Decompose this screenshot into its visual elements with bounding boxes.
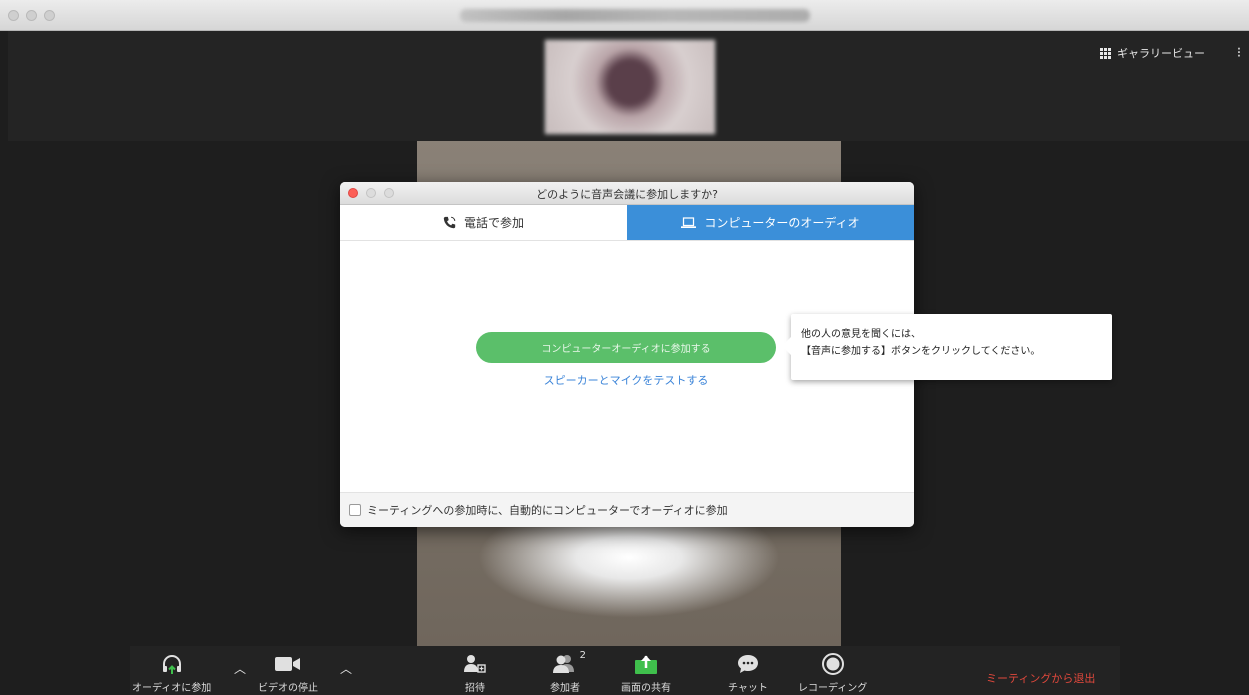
share-screen-button[interactable]: 画面の共有 [621, 652, 671, 694]
stop-video-button[interactable]: ビデオの停止 [258, 652, 318, 694]
tab-computer-audio-label: コンピューターのオーディオ [704, 216, 860, 230]
audio-tabs: 電話で参加 コンピューターのオーディオ [340, 205, 914, 241]
tooltip-line-1: 他の人の意見を聞くには、 [801, 329, 921, 340]
tab-phone-label: 電話で参加 [463, 216, 524, 230]
laptop-icon [681, 216, 697, 228]
leave-meeting-button[interactable]: ミーティングから退出 [986, 670, 1095, 686]
toolbar-right-empty [1120, 646, 1249, 695]
join-computer-audio-button[interactable]: コンピューターオーディオに参加する [476, 332, 776, 363]
tab-computer-audio[interactable]: コンピューターのオーディオ [627, 205, 914, 240]
phone-icon [443, 216, 456, 229]
dialog-title: どのように音声会議に参加しますか? [536, 188, 718, 201]
invite-label: 招待 [465, 683, 485, 694]
dialog-titlebar: どのように音声会議に参加しますか? [340, 182, 914, 205]
tab-phone[interactable]: 電話で参加 [340, 205, 627, 240]
close-window-button[interactable] [8, 10, 19, 21]
gallery-view-button[interactable]: ギャラリービュー [1100, 42, 1205, 64]
share-screen-label: 画面の共有 [621, 683, 671, 694]
auto-join-checkbox[interactable] [349, 504, 361, 516]
invite-button[interactable]: 招待 [464, 652, 486, 694]
video-camera-icon [275, 657, 300, 671]
gallery-view-label: ギャラリービュー [1117, 47, 1205, 60]
participant-thumbnail[interactable] [545, 40, 715, 134]
join-audio-button[interactable]: オーディオに参加 [132, 652, 211, 694]
headphones-icon [162, 655, 181, 674]
zoom-window: ギャラリービュー ⁝ どのように音声会議に参加しますか? 電話で参加 コンピュー… [0, 0, 1249, 695]
stop-video-label: ビデオの停止 [258, 683, 318, 694]
chat-button[interactable]: チャット [728, 652, 768, 694]
meeting-toolbar: オーディオに参加 ︿ ビデオの停止 ︿ 招待 2 参加者 画面の共有 チャット … [130, 646, 1120, 695]
participants-button[interactable]: 2 参加者 [550, 650, 586, 694]
fullscreen-icon[interactable]: ⁝ [1232, 42, 1246, 64]
record-button[interactable]: レコーディング [798, 652, 867, 694]
join-audio-label: オーディオに参加 [132, 683, 212, 694]
video-options-chevron-icon[interactable]: ︿ [340, 660, 352, 677]
participants-label: 参加者 [550, 683, 580, 694]
record-label: レコーディング [798, 683, 868, 694]
chat-bubble-icon [737, 655, 758, 673]
grid-icon [1100, 47, 1111, 59]
minimize-window-button[interactable] [26, 10, 37, 21]
participants-count: 2 [579, 650, 586, 661]
auto-join-label[interactable]: ミーティングへの参加時に、自動的にコンピューターでオーディオに参加 [367, 502, 728, 518]
test-speaker-mic-link[interactable]: スピーカーとマイクをテストする [476, 372, 776, 388]
share-screen-icon [635, 655, 657, 674]
audio-options-chevron-icon[interactable]: ︿ [234, 660, 246, 677]
window-titlebar [0, 0, 1249, 31]
zoom-window-button[interactable] [44, 10, 55, 21]
participants-icon [553, 655, 574, 673]
record-icon [821, 653, 844, 675]
join-audio-tooltip: 他の人の意見を聞くには、 【音声に参加する】ボタンをクリックしてください。 [782, 314, 1112, 380]
invite-person-icon [464, 655, 486, 673]
auto-join-row: ミーティングへの参加時に、自動的にコンピューターでオーディオに参加 [340, 492, 914, 527]
chat-label: チャット [728, 683, 768, 694]
tooltip-line-2: 【音声に参加する】ボタンをクリックしてください。 [801, 346, 1041, 357]
blurred-window-title [460, 9, 810, 22]
